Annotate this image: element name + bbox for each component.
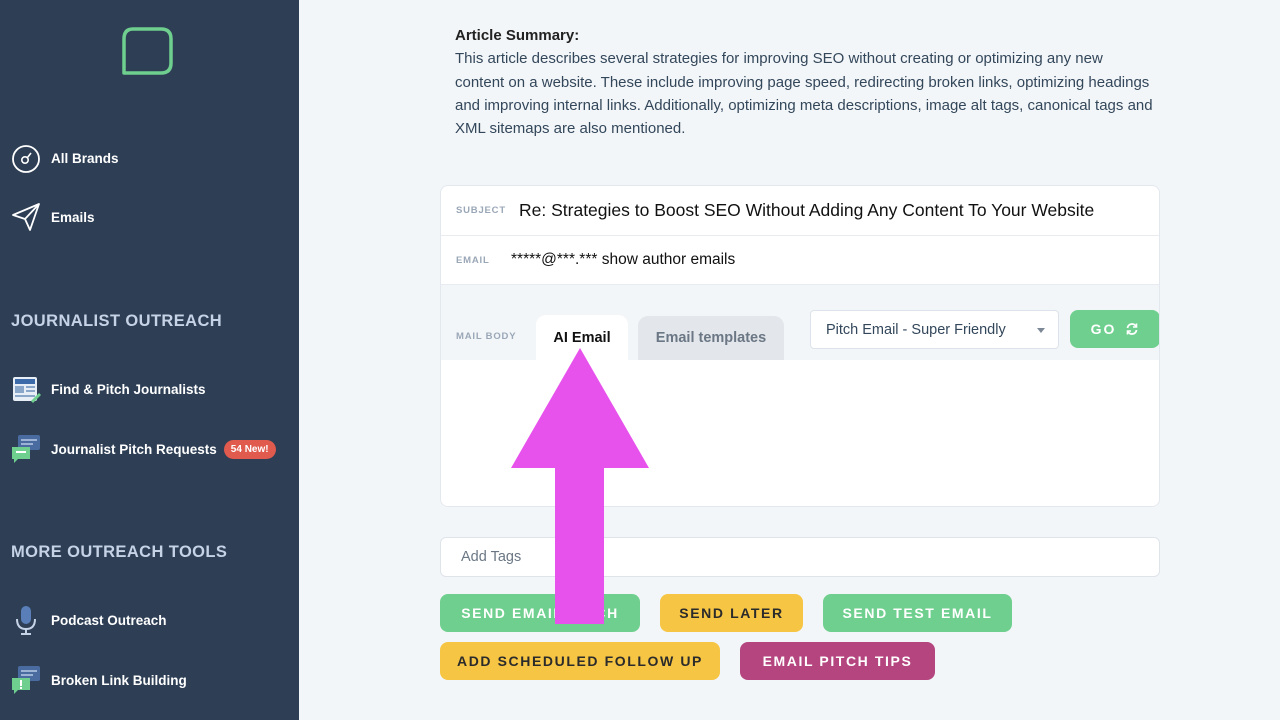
show-author-emails-link[interactable]: show author emails <box>602 251 736 268</box>
summary-title: Article Summary: <box>455 27 580 44</box>
sidebar-item-broken-link-building[interactable]: Broken Link Building <box>10 664 187 696</box>
go-button[interactable]: GO <box>1070 310 1159 348</box>
tab-ai-email[interactable]: AI Email <box>536 315 628 360</box>
masked-email: *****@***.*** <box>511 251 598 268</box>
section-title-journalist-outreach: JOURNALIST OUTREACH <box>11 312 223 330</box>
template-select[interactable]: Pitch Email - Super Friendly <box>810 310 1059 349</box>
tab-email-templates[interactable]: Email templates <box>638 316 784 360</box>
email-value: *****@***.*** show author emails <box>511 251 735 269</box>
news-icon <box>10 373 42 405</box>
summary-text: This article describes several strategie… <box>455 50 1153 138</box>
caret-down-icon <box>1037 328 1045 333</box>
section-title-more-outreach-tools: MORE OUTREACH TOOLS <box>11 543 228 561</box>
mail-body-editor[interactable] <box>441 360 1159 506</box>
microphone-icon <box>10 604 42 636</box>
sidebar-item-journalist-pitch-requests[interactable]: Journalist Pitch Requests 54 New! <box>10 433 276 465</box>
sidebar: All Brands Emails JOURNALIST OUTREACH Fi… <box>0 0 299 720</box>
email-label: EMAIL <box>456 254 490 266</box>
sidebar-item-label: Find & Pitch Journalists <box>51 381 206 397</box>
article-summary: Article Summary: This article describes … <box>455 24 1155 140</box>
compose-card: SUBJECT Re: Strategies to Boost SEO With… <box>440 185 1160 507</box>
email-row: EMAIL *****@***.*** show author emails <box>441 236 1159 285</box>
refresh-icon <box>1126 323 1138 335</box>
alert-chat-icon <box>10 664 42 696</box>
email-pitch-tips-button[interactable]: EMAIL PITCH TIPS <box>740 642 935 680</box>
mail-body-label: MAIL BODY <box>456 331 517 342</box>
sidebar-item-find-pitch-journalists[interactable]: Find & Pitch Journalists <box>10 373 206 405</box>
compass-icon <box>10 142 42 174</box>
mail-body-header: MAIL BODY AI Email Email templates Pitch… <box>441 285 1159 360</box>
chat-bubble-icon <box>10 433 42 465</box>
send-test-email-button[interactable]: SEND TEST EMAIL <box>823 594 1012 632</box>
add-tags-input[interactable] <box>440 537 1160 577</box>
subject-field[interactable]: Re: Strategies to Boost SEO Without Addi… <box>519 200 1094 221</box>
sidebar-item-label: Broken Link Building <box>51 672 187 688</box>
go-button-label: GO <box>1090 321 1117 337</box>
send-email-pitch-button[interactable]: SEND EMAIL PITCH <box>440 594 640 632</box>
sidebar-item-all-brands[interactable]: All Brands <box>10 142 119 174</box>
send-later-button[interactable]: SEND LATER <box>660 594 803 632</box>
sidebar-item-podcast-outreach[interactable]: Podcast Outreach <box>10 604 167 636</box>
sidebar-item-label: All Brands <box>51 150 119 166</box>
sidebar-item-label: Podcast Outreach <box>51 612 167 628</box>
subject-label: SUBJECT <box>456 205 506 216</box>
add-scheduled-follow-up-button[interactable]: ADD SCHEDULED FOLLOW UP <box>440 642 720 680</box>
paper-plane-icon <box>10 201 42 233</box>
subject-row: SUBJECT Re: Strategies to Boost SEO With… <box>441 186 1159 236</box>
logo-icon <box>122 27 173 75</box>
template-select-value: Pitch Email - Super Friendly <box>826 322 1006 338</box>
sidebar-item-label: Emails <box>51 209 95 225</box>
sidebar-item-label: Journalist Pitch Requests <box>51 441 217 457</box>
sidebar-item-emails[interactable]: Emails <box>10 201 95 233</box>
new-requests-badge: 54 New! <box>223 439 276 459</box>
